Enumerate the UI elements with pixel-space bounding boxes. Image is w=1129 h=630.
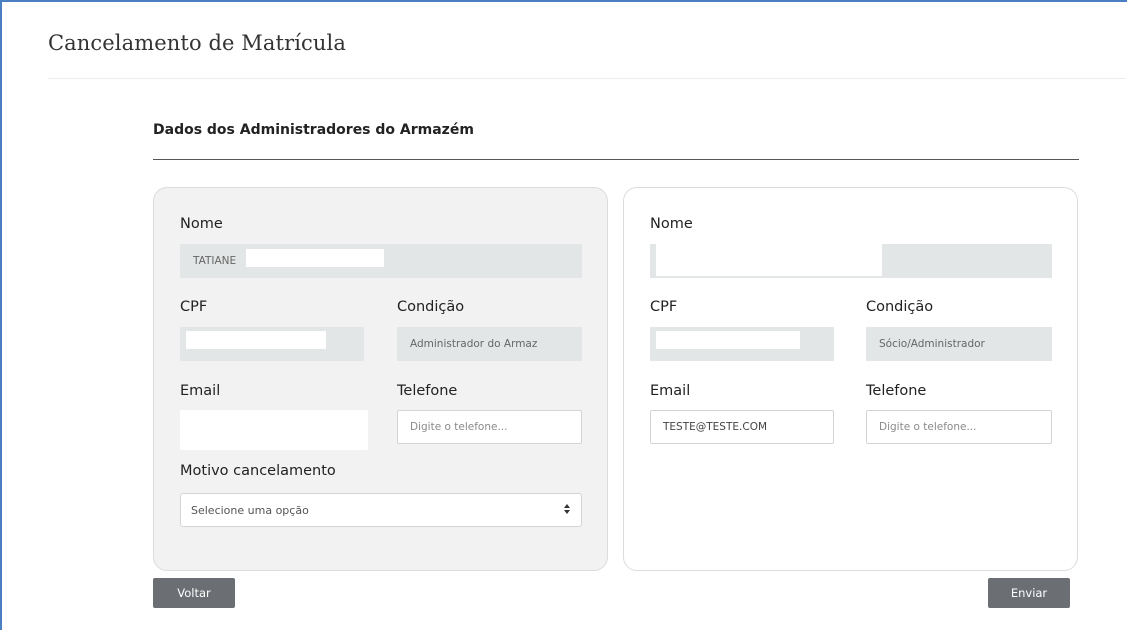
telefone-placeholder: Digite o telefone... — [410, 421, 508, 433]
telefone-label: Telefone — [397, 383, 458, 399]
section-divider — [153, 159, 1079, 160]
redaction-box — [246, 249, 384, 267]
telefone-input[interactable]: Digite o telefone... — [397, 410, 582, 444]
email-input[interactable]: TESTE@TESTE.COM — [650, 410, 834, 444]
telefone-input[interactable]: Digite o telefone... — [866, 410, 1052, 444]
motivo-label: Motivo cancelamento — [180, 463, 336, 479]
send-button[interactable]: Enviar — [988, 578, 1070, 608]
telefone-placeholder: Digite o telefone... — [879, 421, 977, 433]
email-label: Email — [180, 383, 221, 399]
motivo-select[interactable]: Selecione uma opção — [180, 493, 582, 527]
cpf-label: CPF — [650, 299, 678, 315]
condicao-field: Sócio/Administrador — [866, 327, 1052, 361]
telefone-label: Telefone — [866, 383, 927, 399]
title-divider — [48, 78, 1126, 79]
email-input[interactable] — [180, 410, 368, 450]
redaction-box — [186, 331, 326, 349]
condicao-value: Sócio/Administrador — [879, 338, 985, 350]
redaction-box — [656, 331, 800, 349]
email-value: TESTE@TESTE.COM — [663, 421, 768, 433]
nome-value: TATIANE — [193, 255, 237, 267]
motivo-selected: Selecione uma opção — [191, 503, 309, 517]
sort-arrows-icon — [563, 503, 571, 515]
section-title: Dados dos Administradores do Armazém — [153, 122, 474, 138]
nome-label: Nome — [180, 216, 223, 232]
condicao-value: Administrador do Armaz — [410, 338, 538, 350]
redaction-box — [656, 244, 882, 276]
condicao-label: Condição — [866, 299, 934, 315]
cpf-label: CPF — [180, 299, 208, 315]
back-button[interactable]: Voltar — [153, 578, 235, 608]
condicao-field: Administrador do Armaz — [397, 327, 582, 361]
page-title: Cancelamento de Matrícula — [48, 31, 346, 55]
email-label: Email — [650, 383, 691, 399]
nome-label: Nome — [650, 216, 693, 232]
condicao-label: Condição — [397, 299, 465, 315]
